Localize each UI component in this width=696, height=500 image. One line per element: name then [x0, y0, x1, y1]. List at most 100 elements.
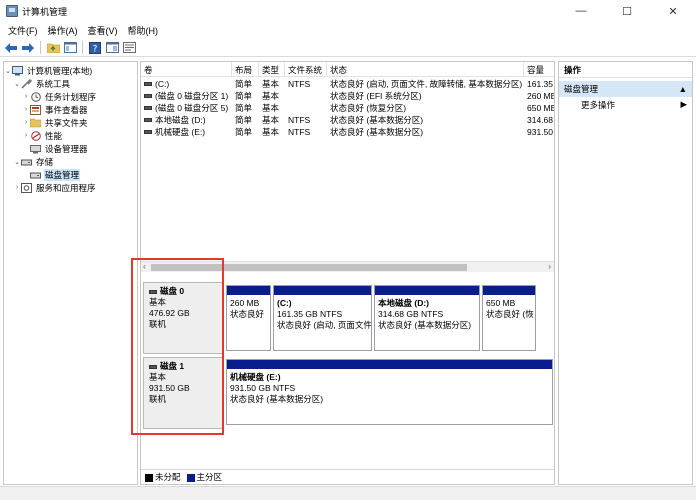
navigation-tree: ⌄ 计算机管理(本地) ⌄ 系统工具 › 任务计划程序 › 事件查看器 › 共享…	[3, 61, 138, 485]
volume-type: 基本	[262, 127, 280, 137]
partition-status: 状态良好 (基本数据分区)	[378, 320, 472, 330]
show-hide-tree-icon[interactable]	[63, 41, 77, 54]
menu-bar: 文件(F) 操作(A) 查看(V) 帮助(H)	[0, 22, 696, 39]
volume-name: 本地磁盘 (D:)	[155, 115, 206, 125]
primary-partition-bar	[274, 286, 371, 295]
legend-swatch-unallocated	[145, 473, 153, 482]
volume-icon	[144, 118, 152, 122]
partition-e[interactable]: 机械硬盘 (E:) 931.50 GB NTFS 状态良好 (基本数据分区)	[226, 359, 553, 425]
volume-status: 状态良好 (EFI 系统分区)	[330, 91, 422, 101]
volume-status: 状态良好 (基本数据分区)	[330, 127, 424, 137]
expand-icon[interactable]: ›	[13, 184, 21, 191]
partition-c[interactable]: (C:) 161.35 GB NTFS 状态良好 (启动, 页面文件	[273, 285, 372, 351]
column-header-type[interactable]: 类型	[259, 62, 285, 77]
partition-name: 机械硬盘 (E:)	[230, 372, 281, 382]
collapse-icon[interactable]: ⌄	[13, 158, 21, 166]
console-icon[interactable]	[122, 41, 136, 54]
column-header-layout[interactable]: 布局	[232, 62, 259, 77]
services-icon	[21, 182, 32, 193]
clock-icon	[30, 91, 41, 102]
close-button[interactable]: ✕	[650, 0, 696, 22]
toolbar-separator	[82, 41, 83, 54]
tree-item-storage[interactable]: ⌄ 存储	[4, 155, 137, 168]
expand-icon[interactable]: ›	[22, 132, 30, 139]
highlight-box	[131, 258, 224, 435]
partition-size: 260 MB	[230, 298, 260, 308]
menu-view[interactable]: 查看(V)	[84, 24, 122, 37]
volume-row[interactable]: 本地磁盘 (D:) 简单 基本 NTFS 状态良好 (基本数据分区) 314.6…	[141, 114, 554, 126]
partition-status: 状态良好 (基本数据分区)	[230, 394, 324, 404]
column-header-filesystem[interactable]: 文件系统	[285, 62, 327, 77]
tree-item-performance[interactable]: › 性能	[4, 129, 137, 142]
tree-item-root[interactable]: ⌄ 计算机管理(本地)	[4, 64, 137, 77]
maximize-button[interactable]: ☐	[604, 0, 650, 22]
volume-layout: 简单	[235, 79, 253, 89]
tree-label: 磁盘管理	[44, 168, 81, 181]
legend-label: 未分配	[155, 472, 181, 482]
column-header-capacity[interactable]: 容量	[524, 62, 554, 77]
expand-icon[interactable]: ›	[22, 119, 30, 126]
help-icon[interactable]: ?	[88, 41, 102, 54]
forward-icon[interactable]	[21, 41, 35, 54]
more-actions-item[interactable]: 更多操作 ▶	[559, 97, 692, 112]
collapse-icon[interactable]: ⌄	[13, 80, 21, 88]
collapse-icon[interactable]: ⌄	[4, 67, 12, 75]
tree-label: 系统工具	[36, 78, 71, 89]
partition-efi[interactable]: 260 MB 状态良好	[226, 285, 271, 351]
partition-d[interactable]: 本地磁盘 (D:) 314.68 GB NTFS 状态良好 (基本数据分区)	[374, 285, 480, 351]
minimize-button[interactable]: —	[558, 0, 604, 22]
tree-item-device-manager[interactable]: 设备管理器	[4, 142, 137, 155]
legend-primary: 主分区	[186, 471, 222, 483]
volume-status: 状态良好 (基本数据分区)	[330, 115, 424, 125]
tree-label: 服务和应用程序	[36, 182, 96, 193]
tree-item-event-viewer[interactable]: › 事件查看器	[4, 103, 137, 116]
tools-icon	[21, 78, 32, 89]
actions-section-disk-management[interactable]: 磁盘管理 ▲	[559, 81, 692, 97]
volume-status: 状态良好 (启动, 页面文件, 故障转储, 基本数据分区)	[330, 79, 523, 89]
tree-label: 共享文件夹	[45, 117, 88, 128]
tree-item-system-tools[interactable]: ⌄ 系统工具	[4, 77, 137, 90]
volume-name: (C:)	[155, 79, 170, 89]
expand-icon[interactable]: ›	[22, 93, 30, 100]
tree-item-shared-folders[interactable]: › 共享文件夹	[4, 116, 137, 129]
column-header-volume[interactable]: 卷	[141, 62, 232, 77]
actions-header: 操作	[559, 62, 692, 78]
partition-recovery[interactable]: 650 MB 状态良好 (恢	[482, 285, 536, 351]
volume-filesystem: NTFS	[288, 115, 311, 125]
volume-row[interactable]: (磁盘 0 磁盘分区 5) 简单 基本 状态良好 (恢复分区) 650 ME	[141, 102, 554, 114]
menu-action[interactable]: 操作(A)	[44, 24, 82, 37]
properties-icon[interactable]	[105, 41, 119, 54]
tree-item-disk-management[interactable]: 磁盘管理	[4, 168, 137, 181]
folder-up-icon[interactable]	[46, 41, 60, 54]
toolbar-separator	[40, 41, 41, 54]
svg-text:?: ?	[93, 44, 98, 54]
menu-help[interactable]: 帮助(H)	[124, 24, 163, 37]
scroll-right-icon[interactable]: ›	[548, 262, 551, 271]
volume-row[interactable]: (磁盘 0 磁盘分区 1) 简单 基本 状态良好 (EFI 系统分区) 260 …	[141, 90, 554, 102]
partition-status: 状态良好	[230, 309, 265, 319]
tree-item-task-scheduler[interactable]: › 任务计划程序	[4, 90, 137, 103]
back-icon[interactable]	[4, 41, 18, 54]
primary-partition-bar	[375, 286, 479, 295]
partition-status: 状态良好 (启动, 页面文件	[277, 320, 372, 330]
performance-icon	[30, 130, 41, 141]
volume-row[interactable]: (C:) 简单 基本 NTFS 状态良好 (启动, 页面文件, 故障转储, 基本…	[141, 78, 554, 90]
tree-item-services[interactable]: › 服务和应用程序	[4, 181, 137, 194]
volume-capacity: 314.68	[527, 115, 553, 125]
volume-layout: 简单	[235, 115, 253, 125]
volume-type: 基本	[262, 115, 280, 125]
legend: 未分配 主分区	[141, 469, 554, 484]
volume-filesystem: NTFS	[288, 79, 311, 89]
device-manager-icon	[30, 144, 41, 154]
menu-file[interactable]: 文件(F)	[4, 24, 42, 37]
window-title: 计算机管理	[22, 6, 68, 17]
volume-capacity: 161.35	[527, 79, 553, 89]
volume-row[interactable]: 机械硬盘 (E:) 简单 基本 NTFS 状态良好 (基本数据分区) 931.5…	[141, 126, 554, 138]
expand-icon[interactable]: ›	[22, 106, 30, 113]
volume-status: 状态良好 (恢复分区)	[330, 103, 407, 113]
collapse-up-icon[interactable]: ▲	[679, 84, 687, 94]
column-header-status[interactable]: 状态	[327, 62, 524, 77]
volume-capacity: 650 ME	[527, 103, 554, 113]
volume-layout: 简单	[235, 103, 253, 113]
tree-label: 事件查看器	[45, 104, 88, 115]
